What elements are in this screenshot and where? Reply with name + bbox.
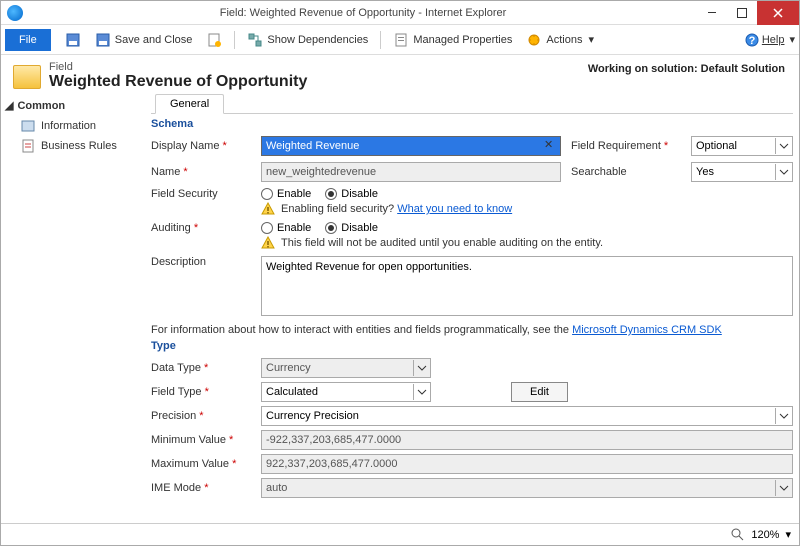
field-type-label: Field Type (151, 386, 251, 398)
tab-general[interactable]: General (155, 94, 224, 114)
searchable-label: Searchable (571, 166, 681, 178)
field-type-select[interactable] (261, 382, 431, 402)
zoom-icon[interactable] (731, 528, 745, 542)
display-name-label: Display Name (151, 140, 251, 152)
solution-context: Working on solution: Default Solution (588, 63, 785, 75)
entity-label: Field (49, 61, 73, 73)
managed-properties-button[interactable]: Managed Properties (387, 27, 518, 53)
page-title: Weighted Revenue of Opportunity (49, 73, 307, 91)
description-textarea[interactable] (261, 256, 793, 316)
maximize-button[interactable] (727, 1, 757, 25)
minimize-button[interactable] (697, 1, 727, 25)
window-title: Field: Weighted Revenue of Opportunity -… (29, 7, 697, 19)
save-and-close-button[interactable]: Save and Close (89, 27, 199, 53)
sidebar-item-information[interactable]: Information (5, 116, 147, 136)
sidebar-item-business-rules[interactable]: Business Rules (5, 136, 147, 156)
chevron-down-icon[interactable] (775, 164, 791, 180)
file-menu[interactable]: File (5, 29, 51, 51)
field-security-note: Enabling field security? What you need t… (261, 202, 793, 216)
name-input (261, 162, 561, 182)
sidebar-group-common[interactable]: ◢Common (5, 99, 147, 112)
chevron-down-icon[interactable]: ▾ (785, 528, 791, 541)
status-bar: 120% ▾ (1, 523, 799, 545)
information-icon (21, 119, 35, 133)
chevron-down-icon[interactable] (775, 480, 791, 496)
min-value-label: Minimum Value (151, 434, 251, 446)
folder-icon (13, 65, 41, 89)
show-dependencies-button[interactable]: Show Dependencies (241, 27, 374, 53)
close-button[interactable] (757, 1, 799, 25)
field-security-enable-radio[interactable]: Enable (261, 188, 311, 200)
collapse-icon: ◢ (5, 99, 13, 112)
zoom-level[interactable]: 120% (751, 529, 779, 541)
field-security-disable-radio[interactable]: Disable (325, 188, 378, 200)
sdk-note: For information about how to interact wi… (151, 324, 793, 336)
main-content: General Schema Display Name ✕ Field Requ… (151, 93, 799, 521)
auditing-enable-radio[interactable]: Enable (261, 222, 311, 234)
chevron-down-icon[interactable] (775, 408, 791, 424)
field-requirement-label: Field Requirement (571, 140, 681, 152)
section-schema: Schema (151, 118, 793, 130)
precision-label: Precision (151, 410, 251, 422)
chevron-down-icon[interactable] (413, 360, 429, 376)
warning-icon (261, 236, 275, 250)
data-type-select[interactable] (261, 358, 431, 378)
edit-button[interactable]: Edit (511, 382, 568, 402)
tab-row: General (151, 93, 793, 114)
actions-menu[interactable]: Actions▾ (520, 27, 600, 53)
clear-icon[interactable]: ✕ (544, 138, 558, 152)
new-button[interactable] (200, 27, 228, 53)
dependencies-icon (247, 32, 263, 48)
sidebar: ◢Common Information Business Rules (1, 93, 151, 521)
titlebar: Field: Weighted Revenue of Opportunity -… (1, 1, 799, 25)
chevron-down-icon: ▾ (588, 33, 594, 46)
toolbar: File Save and Close Show Dependencies Ma… (1, 25, 799, 55)
new-icon (206, 32, 222, 48)
actions-icon (526, 32, 542, 48)
min-value-input (261, 430, 793, 450)
auditing-disable-radio[interactable]: Disable (325, 222, 378, 234)
warning-icon (261, 202, 275, 216)
help-button[interactable]: ?Help▾ (745, 33, 795, 47)
precision-select[interactable] (261, 406, 793, 426)
chevron-down-icon: ▾ (789, 33, 795, 46)
description-label: Description (151, 256, 251, 268)
chevron-down-icon[interactable] (775, 138, 791, 154)
help-icon: ? (745, 33, 759, 47)
internet-explorer-icon (7, 5, 23, 21)
display-name-input[interactable] (261, 136, 561, 156)
auditing-note: This field will not be audited until you… (261, 236, 793, 250)
section-type: Type (151, 340, 793, 352)
save-close-icon (95, 32, 111, 48)
max-value-label: Maximum Value (151, 458, 251, 470)
toolbar-separator (380, 31, 381, 49)
chevron-down-icon[interactable] (413, 384, 429, 400)
svg-text:?: ? (748, 35, 755, 47)
ime-mode-select[interactable] (261, 478, 793, 498)
max-value-input (261, 454, 793, 474)
name-label: Name (151, 166, 251, 178)
business-rules-icon (21, 139, 35, 153)
field-security-label: Field Security (151, 188, 251, 200)
ime-mode-label: IME Mode (151, 482, 251, 494)
properties-icon (393, 32, 409, 48)
auditing-label: Auditing (151, 222, 251, 234)
data-type-label: Data Type (151, 362, 251, 374)
save-icon (65, 32, 81, 48)
save-button[interactable] (59, 27, 87, 53)
sdk-link[interactable]: Microsoft Dynamics CRM SDK (572, 324, 722, 336)
toolbar-separator (234, 31, 235, 49)
security-info-link[interactable]: What you need to know (397, 203, 512, 215)
